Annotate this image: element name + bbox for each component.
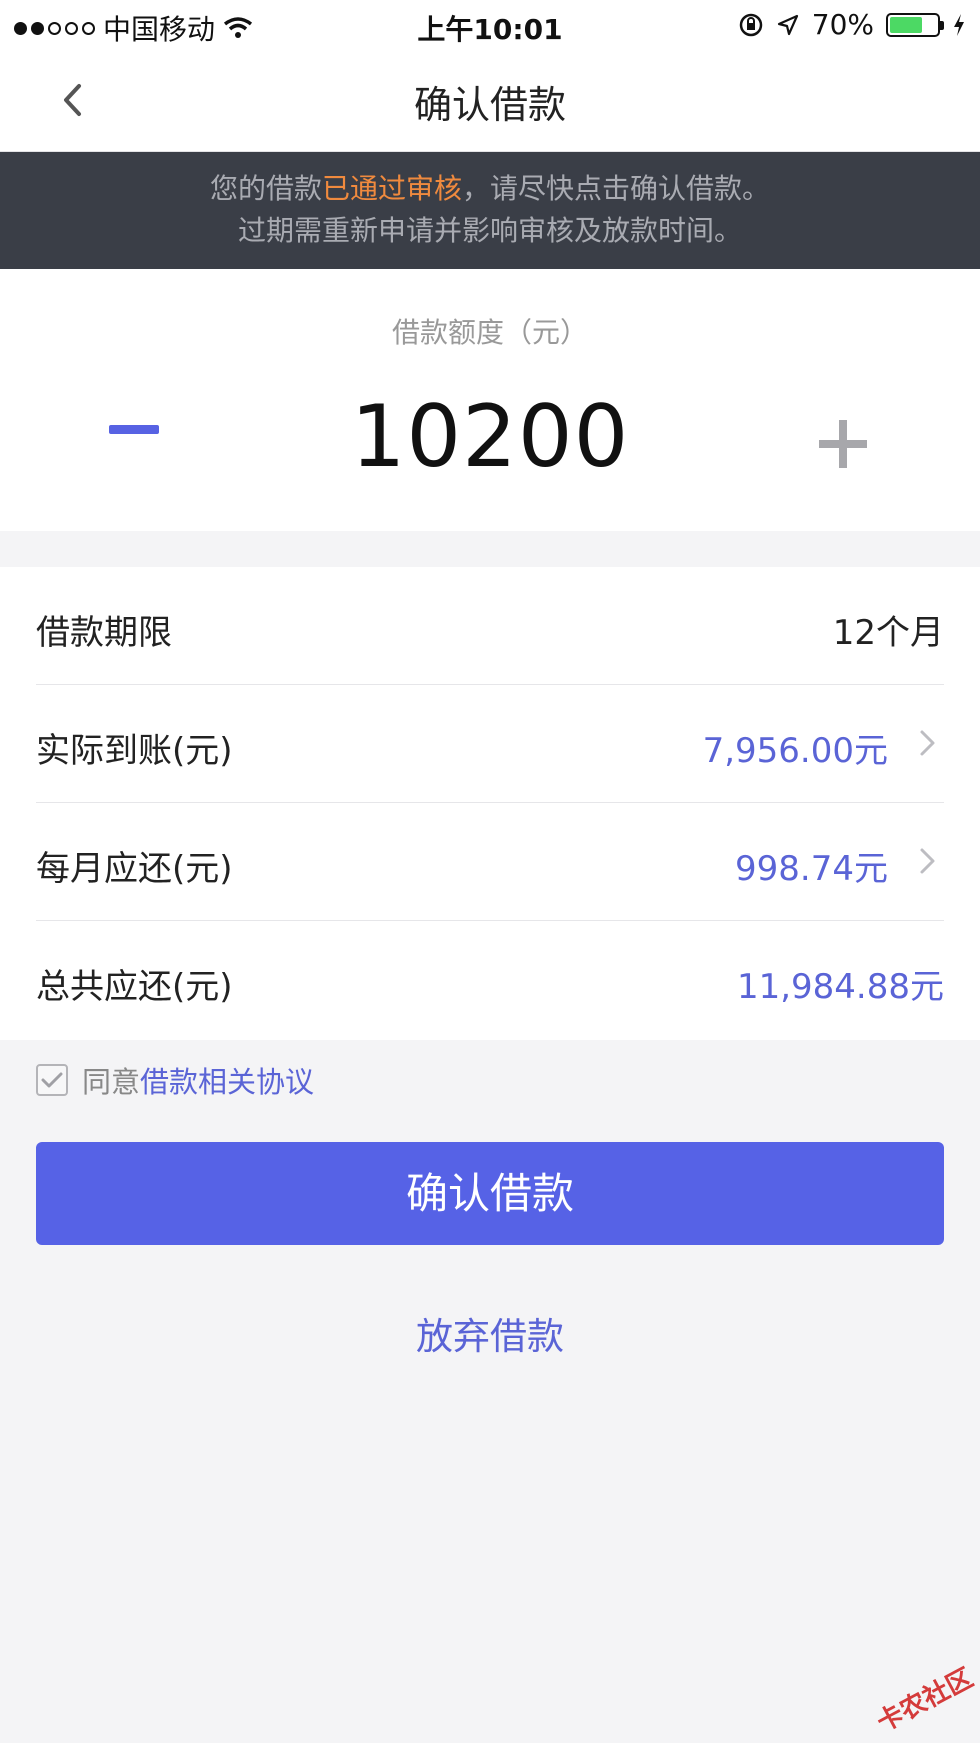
loan-details-list: 借款期限 12个月 实际到账(元) 7,956.00元 每月应还(元) 998.… xyxy=(0,567,980,1040)
plus-icon-vertical xyxy=(839,420,847,468)
loan-amount-panel: 借款额度（元） 10200 xyxy=(0,269,980,531)
list-item-actual-received[interactable]: 实际到账(元) 7,956.00元 xyxy=(36,685,944,803)
notice-highlight: 已通过审核 xyxy=(321,172,462,205)
list-item-loan-term: 借款期限 12个月 xyxy=(36,567,944,685)
list-item-monthly-payment[interactable]: 每月应还(元) 998.74元 xyxy=(36,803,944,921)
row-label: 借款期限 xyxy=(36,613,172,653)
row-value: 998.74元 xyxy=(735,849,888,889)
abandon-loan-link[interactable]: 放弃借款 xyxy=(0,1306,980,1360)
agreement-row: 同意 借款相关协议 xyxy=(36,1058,314,1102)
row-label: 每月应还(元) xyxy=(36,849,233,889)
notice-line-1: 您的借款已通过审核，请尽快点击确认借款。 xyxy=(0,168,980,210)
orientation-lock-icon xyxy=(739,13,763,36)
status-bar: 中国移动 上午10:01 70% xyxy=(0,0,980,50)
agreement-checkbox[interactable] xyxy=(36,1064,68,1096)
nav-bar: 确认借款 xyxy=(0,50,980,152)
page-title: 确认借款 xyxy=(413,83,566,127)
agreement-prefix: 同意 xyxy=(82,1065,141,1099)
notice-text-prefix: 您的借款 xyxy=(209,172,322,205)
confirm-loan-button[interactable]: 确认借款 xyxy=(36,1142,944,1245)
watermark-logo: 卡农社区 xyxy=(872,1663,979,1739)
charging-bolt-icon xyxy=(954,13,964,36)
amount-label: 借款额度（元） xyxy=(391,316,588,349)
battery-fill xyxy=(890,16,923,33)
status-right: 70% xyxy=(738,8,966,41)
row-value: 12个月 xyxy=(832,613,944,653)
battery-percent: 70% xyxy=(811,8,874,41)
checkmark-icon xyxy=(41,1072,63,1088)
notice-text-suffix: ，请尽快点击确认借款。 xyxy=(462,172,771,205)
chevron-right-icon xyxy=(920,848,935,874)
list-item-total-repayment: 总共应还(元) 11,984.88元 xyxy=(36,921,944,1039)
notice-line-2: 过期需重新申请并影响审核及放款时间。 xyxy=(237,214,742,247)
chevron-right-icon xyxy=(920,730,935,756)
row-label: 总共应还(元) xyxy=(36,967,233,1007)
location-arrow-icon xyxy=(777,14,798,35)
row-label: 实际到账(元) xyxy=(36,731,233,771)
agreement-link[interactable]: 借款相关协议 xyxy=(140,1059,314,1101)
approval-notice: 您的借款已通过审核，请尽快点击确认借款。 过期需重新申请并影响审核及放款时间。 xyxy=(0,152,980,269)
increase-amount-button[interactable] xyxy=(815,416,871,472)
row-value: 7,956.00元 xyxy=(702,731,888,771)
row-value: 11,984.88元 xyxy=(736,967,944,1007)
battery-icon xyxy=(886,12,944,37)
